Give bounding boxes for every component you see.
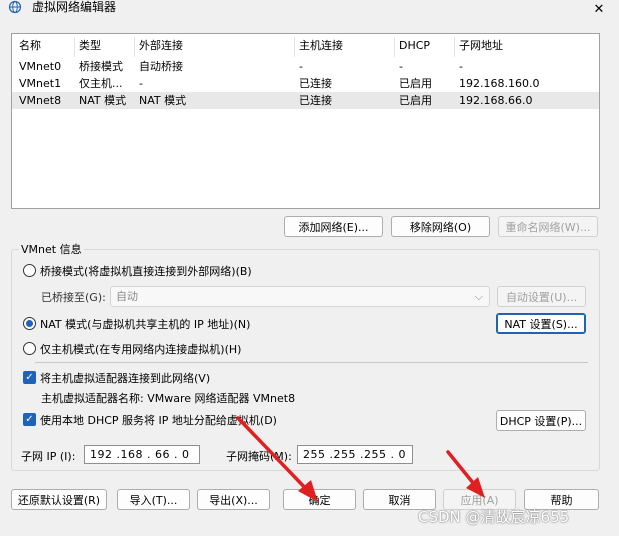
subnet-mask-field[interactable]: 255 .255 .255 . 0 bbox=[297, 445, 413, 464]
cell-type: NAT 模式 bbox=[79, 94, 127, 107]
bridged-to-value: 自动 bbox=[116, 290, 138, 303]
column-header-subnet[interactable]: 子网地址 bbox=[455, 37, 575, 57]
adapter-name-text: 主机虚拟适配器名称: VMware 网络适配器 VMnet8 bbox=[41, 392, 296, 405]
column-header-host[interactable]: 主机连接 bbox=[295, 37, 395, 57]
column-header-name[interactable]: 名称 bbox=[12, 37, 75, 57]
bridged-mode-label[interactable]: 桥接模式(将虚拟机直接连接到外部网络)(B) bbox=[40, 263, 252, 279]
restore-defaults-button[interactable]: 还原默认设置(R) bbox=[11, 489, 107, 510]
title-bar: 虚拟网络编辑器 ✕ bbox=[0, 0, 619, 28]
cell-external: 自动桥接 bbox=[139, 60, 183, 73]
table-row[interactable]: VMnet1 仅主机... - 已连接 已启用 192.168.160.0 bbox=[12, 75, 599, 92]
subnet-ip-label: 子网 IP (I): bbox=[21, 450, 76, 463]
cell-host: 已连接 bbox=[299, 94, 332, 107]
cell-type: 仅主机... bbox=[79, 77, 123, 90]
connect-adapter-label[interactable]: 将主机虚拟适配器连接到此网络(V) bbox=[40, 370, 210, 386]
watermark: CSDN @清故宸凉655 bbox=[418, 508, 570, 526]
cell-external: - bbox=[139, 77, 143, 90]
bridged-mode-radio[interactable] bbox=[23, 264, 36, 277]
cell-name: VMnet1 bbox=[19, 77, 62, 90]
cell-external: NAT 模式 bbox=[139, 94, 187, 107]
close-button[interactable]: ✕ bbox=[579, 0, 619, 18]
cell-subnet: 192.168.160.0 bbox=[459, 77, 540, 90]
add-network-button[interactable]: 添加网络(E)... bbox=[284, 216, 383, 237]
cell-type: 桥接模式 bbox=[79, 60, 123, 73]
nat-mode-radio[interactable] bbox=[23, 317, 36, 330]
window-title: 虚拟网络编辑器 bbox=[32, 0, 117, 14]
list-header: 名称 类型 外部连接 主机连接 DHCP 子网地址 bbox=[12, 37, 599, 57]
network-globe-icon bbox=[8, 0, 24, 14]
ok-button[interactable]: 确定 bbox=[283, 489, 356, 510]
rename-network-button[interactable]: 重命名网络(W)... bbox=[498, 216, 598, 237]
cell-dhcp: - bbox=[399, 60, 403, 73]
cell-name: VMnet8 bbox=[19, 94, 62, 107]
bridged-to-select[interactable]: 自动 ⌵ bbox=[110, 286, 490, 307]
export-button[interactable]: 导出(X)... bbox=[197, 489, 270, 510]
dhcp-checkbox[interactable]: ✓ bbox=[23, 413, 36, 426]
cell-name: VMnet0 bbox=[19, 60, 62, 73]
connect-adapter-checkbox[interactable]: ✓ bbox=[23, 371, 36, 384]
dhcp-settings-button[interactable]: DHCP 设置(P)... bbox=[496, 410, 586, 431]
nat-mode-label[interactable]: NAT 模式(与虚拟机共享主机的 IP 地址)(N) bbox=[40, 316, 250, 332]
network-list[interactable]: 名称 类型 外部连接 主机连接 DHCP 子网地址 VMnet0 桥接模式 自动… bbox=[11, 33, 600, 209]
divider bbox=[35, 362, 588, 363]
chevron-down-icon: ⌵ bbox=[474, 290, 483, 303]
cell-host: 已连接 bbox=[299, 77, 332, 90]
cell-dhcp: 已启用 bbox=[399, 77, 432, 90]
nat-settings-button[interactable]: NAT 设置(S)... bbox=[496, 313, 586, 334]
cell-subnet: - bbox=[459, 60, 463, 73]
cell-host: - bbox=[299, 60, 303, 73]
host-only-mode-label[interactable]: 仅主机模式(在专用网络内连接虚拟机)(H) bbox=[40, 341, 241, 357]
dhcp-label[interactable]: 使用本地 DHCP 服务将 IP 地址分配给虚拟机(D) bbox=[40, 412, 277, 428]
cell-dhcp: 已启用 bbox=[399, 94, 432, 107]
host-only-mode-radio[interactable] bbox=[23, 342, 36, 355]
import-button[interactable]: 导入(T)... bbox=[117, 489, 190, 510]
table-row-selected[interactable]: VMnet8 NAT 模式 NAT 模式 已连接 已启用 192.168.66.… bbox=[12, 92, 599, 109]
auto-settings-button[interactable]: 自动设置(U)... bbox=[497, 286, 586, 307]
subnet-mask-label: 子网掩码(M): bbox=[226, 450, 292, 463]
column-header-dhcp[interactable]: DHCP bbox=[395, 37, 455, 57]
column-header-external[interactable]: 外部连接 bbox=[135, 37, 295, 57]
column-header-type[interactable]: 类型 bbox=[75, 37, 135, 57]
vmnet-info-group bbox=[11, 249, 600, 471]
close-icon: ✕ bbox=[593, 1, 605, 17]
subnet-ip-field[interactable]: 192 .168 . 66 . 0 bbox=[84, 445, 200, 464]
remove-network-button[interactable]: 移除网络(O) bbox=[391, 216, 490, 237]
table-row[interactable]: VMnet0 桥接模式 自动桥接 - - - bbox=[12, 58, 599, 75]
cell-subnet: 192.168.66.0 bbox=[459, 94, 533, 107]
bridged-to-label: 已桥接至(G): bbox=[41, 291, 106, 304]
vmnet-info-title: VMnet 信息 bbox=[19, 241, 84, 257]
